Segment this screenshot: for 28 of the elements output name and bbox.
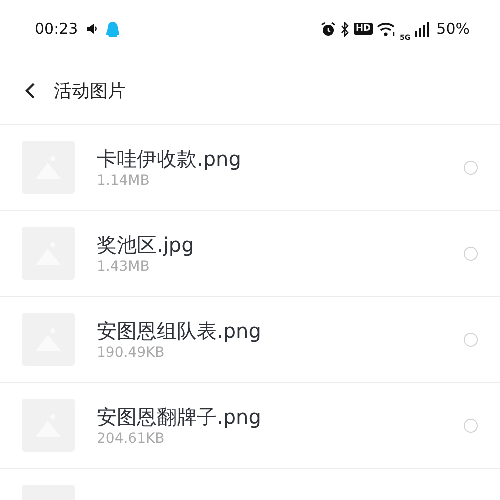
alarm-clock-icon bbox=[321, 22, 336, 36]
select-radio[interactable] bbox=[464, 160, 478, 174]
file-name: 安图恩翻牌子.png bbox=[97, 404, 262, 430]
penguin-icon bbox=[106, 20, 120, 38]
file-row[interactable]: 安图恩组队表.png 190.49KB bbox=[0, 296, 500, 382]
file-size: 190.49KB bbox=[97, 344, 166, 362]
file-row[interactable]: 卡哇伊收款.png 1.14MB bbox=[0, 124, 500, 210]
file-row[interactable]: 安图恩翻牌子.png 204.61KB bbox=[0, 382, 500, 468]
speaker-icon bbox=[86, 23, 98, 35]
signal-icon bbox=[414, 22, 429, 36]
select-radio[interactable] bbox=[464, 418, 478, 432]
hd-badge: HD bbox=[354, 23, 374, 35]
battery-percent: 50% bbox=[436, 18, 470, 40]
file-name: 奖池区.jpg bbox=[97, 232, 196, 258]
page-title: 活动图片 bbox=[54, 80, 126, 104]
file-row[interactable]: 奖池区.jpg 1.43MB bbox=[0, 210, 500, 296]
select-radio[interactable] bbox=[464, 246, 478, 260]
wifi-icon bbox=[377, 22, 396, 36]
back-button[interactable] bbox=[24, 82, 36, 100]
select-radio[interactable] bbox=[464, 332, 478, 346]
file-size: 1.14MB bbox=[97, 172, 151, 190]
file-name: 卡哇伊收款.png bbox=[97, 146, 242, 172]
back-icon bbox=[24, 82, 36, 100]
clock-time: 00:23 bbox=[35, 18, 78, 40]
bluetooth-icon bbox=[340, 22, 350, 36]
file-name: 安图恩组队表.png bbox=[97, 318, 262, 344]
file-size: 1.43MB bbox=[97, 258, 151, 276]
file-size: 204.61KB bbox=[97, 430, 166, 448]
